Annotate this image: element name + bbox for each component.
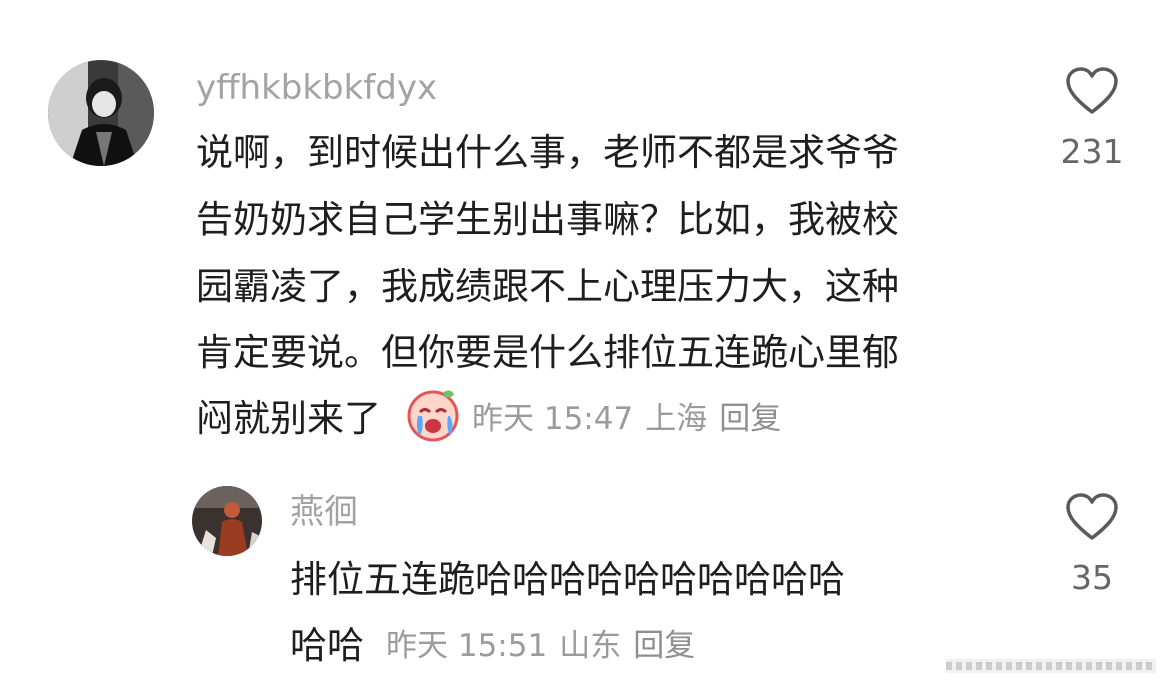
watermark-bar (946, 659, 1156, 676)
heart-outline-icon[interactable] (1065, 492, 1119, 542)
comment-text-line: 园霸凌了，我成绩跟不上心理压力大，这种 (196, 265, 899, 308)
like-count: 35 (1071, 558, 1113, 597)
comment-text-line: 排位五连跪哈哈哈哈哈哈哈哈哈哈 (290, 558, 845, 601)
comment-meta: 昨天 15:47 上海 回复 (472, 397, 793, 441)
comment-location: 山东 (559, 628, 622, 664)
comment-time: 昨天 15:51 (386, 628, 548, 664)
reply-button[interactable]: 回复 (719, 397, 781, 441)
comment-username[interactable]: 燕徊 (290, 490, 358, 534)
comment-text-line: 哈哈 (290, 624, 364, 667)
avatar[interactable] (48, 60, 154, 166)
reply-button[interactable]: 回复 (633, 624, 695, 668)
comment-text-line: 肯定要说。但你要是什么排位五连跪心里郁 (196, 331, 899, 374)
comment-text-line: 告奶奶求自己学生别出事嘛？比如，我被校 (196, 198, 899, 241)
avatar[interactable] (192, 486, 262, 556)
comment-meta: 昨天 15:51 山东 回复 (386, 624, 707, 668)
comment-time: 昨天 15:47 (472, 401, 634, 437)
crying-face-icon (404, 386, 462, 442)
comment-text-line: 说啊，到时候出什么事，老师不都是求爷爷 (196, 131, 899, 174)
comment-text-line: 闷就别来了 (196, 397, 381, 440)
comment-location: 上海 (645, 401, 708, 437)
like-count: 231 (1060, 132, 1124, 171)
heart-outline-icon[interactable] (1065, 66, 1119, 116)
comment-username[interactable]: yffhkbkbkfdyx (196, 66, 437, 110)
